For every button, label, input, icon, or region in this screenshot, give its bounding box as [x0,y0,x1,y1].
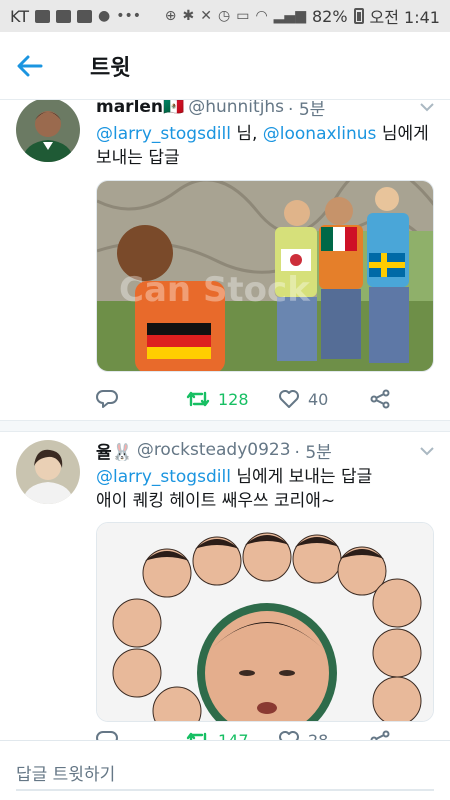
tweet-message: 애이 퀘킹 헤이트 쌔우쓰 코리애~ [96,491,336,511]
status-bar: KT ● ••• ⊕ ✱ ✕ ◷ ▭ ◠ ▂▄▆ 82% 오전 1:41 [0,0,450,32]
tweet-1[interactable]: marlen🇲🇽 @hunnitjhs · 5분 @larry_stogsdil… [0,97,450,420]
reply-to-suffix: 님에게 [376,124,429,144]
carrier-label: KT [10,6,30,26]
handle[interactable]: @hunnitjhs [188,97,284,117]
media-image [97,523,433,721]
reply-to-line2: 보내는 답글 [96,148,180,168]
chevron-down-icon[interactable] [420,102,434,112]
clock: 오전 1:41 [369,8,440,27]
display-name[interactable]: 율🐰 [96,439,133,462]
retweet-icon [186,391,210,407]
tweet-2[interactable]: 율🐰 @rocksteady0923 · 5분 @larry_stogsdill… [0,432,450,750]
like-button[interactable]: 40 [278,389,370,409]
tweet-media[interactable] [96,522,434,722]
page-title: 트윗 [90,55,131,81]
reply-button[interactable] [96,389,186,409]
battery-percent: 82% [311,6,348,26]
back-arrow-icon [17,55,43,76]
tweet-media[interactable]: Can Stock [96,180,434,372]
tweet-time: · 5분 [294,442,332,462]
app-header: 트윗 [0,32,450,100]
data-saver-icon: ⊕ [164,8,177,24]
back-button[interactable] [0,32,60,100]
message-icon [35,9,51,23]
mention-link[interactable]: @larry_stogsdill [96,467,231,487]
evernote-icon: ● [98,8,111,24]
mute-icon: ✕ [200,8,212,24]
gallery-icon [56,9,72,23]
hd-icon: ▭ [236,8,250,24]
bluetooth-icon: ✱ [182,8,195,24]
status-right: ⊕ ✱ ✕ ◷ ▭ ◠ ▂▄▆ 82% 오전 1:41 [165,4,440,28]
heart-icon [279,390,299,408]
share-icon [370,389,390,409]
twitter-icon [77,9,93,23]
tweet-header: 율🐰 @rocksteady0923 · 5분 [96,439,434,461]
handle[interactable]: @rocksteady0923 [137,440,291,460]
signal-icon: ▂▄▆ [273,8,306,24]
tweet-separator [0,420,450,432]
reply-icon [96,390,118,408]
media-watermark: Can Stock [119,270,311,310]
like-count: 40 [308,389,329,409]
media-image: Can Stock [97,181,433,371]
retweet-count: 128 [218,389,249,409]
alarm-icon: ◷ [217,8,231,24]
tweet-text: @larry_stogsdill 님, @loonaxlinus 님에게 보내는… [96,122,434,170]
retweet-button[interactable]: 128 [186,389,278,409]
reply-bar: 답글 트윗하기 [0,740,450,800]
reply-to-suffix: 님에게 보내는 답글 [230,467,373,487]
status-left: KT ● ••• [10,7,141,26]
wifi-icon: ◠ [255,8,268,24]
mention-link[interactable]: @loonaxlinus [263,124,377,144]
more-notifications-icon: ••• [116,8,142,24]
tweet-text: @larry_stogsdill 님에게 보내는 답글 애이 퀘킹 헤이트 쌔우… [96,465,434,513]
avatar-image [16,440,80,504]
battery-icon [353,8,364,24]
share-button[interactable] [370,389,390,409]
display-name[interactable]: marlen🇲🇽 [96,97,184,117]
avatar[interactable] [16,98,80,162]
tweet-actions: 128 40 [96,385,396,413]
avatar-image [16,98,80,162]
reply-input[interactable]: 답글 트윗하기 [16,755,434,791]
mention-link[interactable]: @larry_stogsdill [96,124,231,144]
avatar[interactable] [16,440,80,504]
reply-to-separator: 님, [230,124,263,144]
chevron-down-icon[interactable] [420,446,434,456]
